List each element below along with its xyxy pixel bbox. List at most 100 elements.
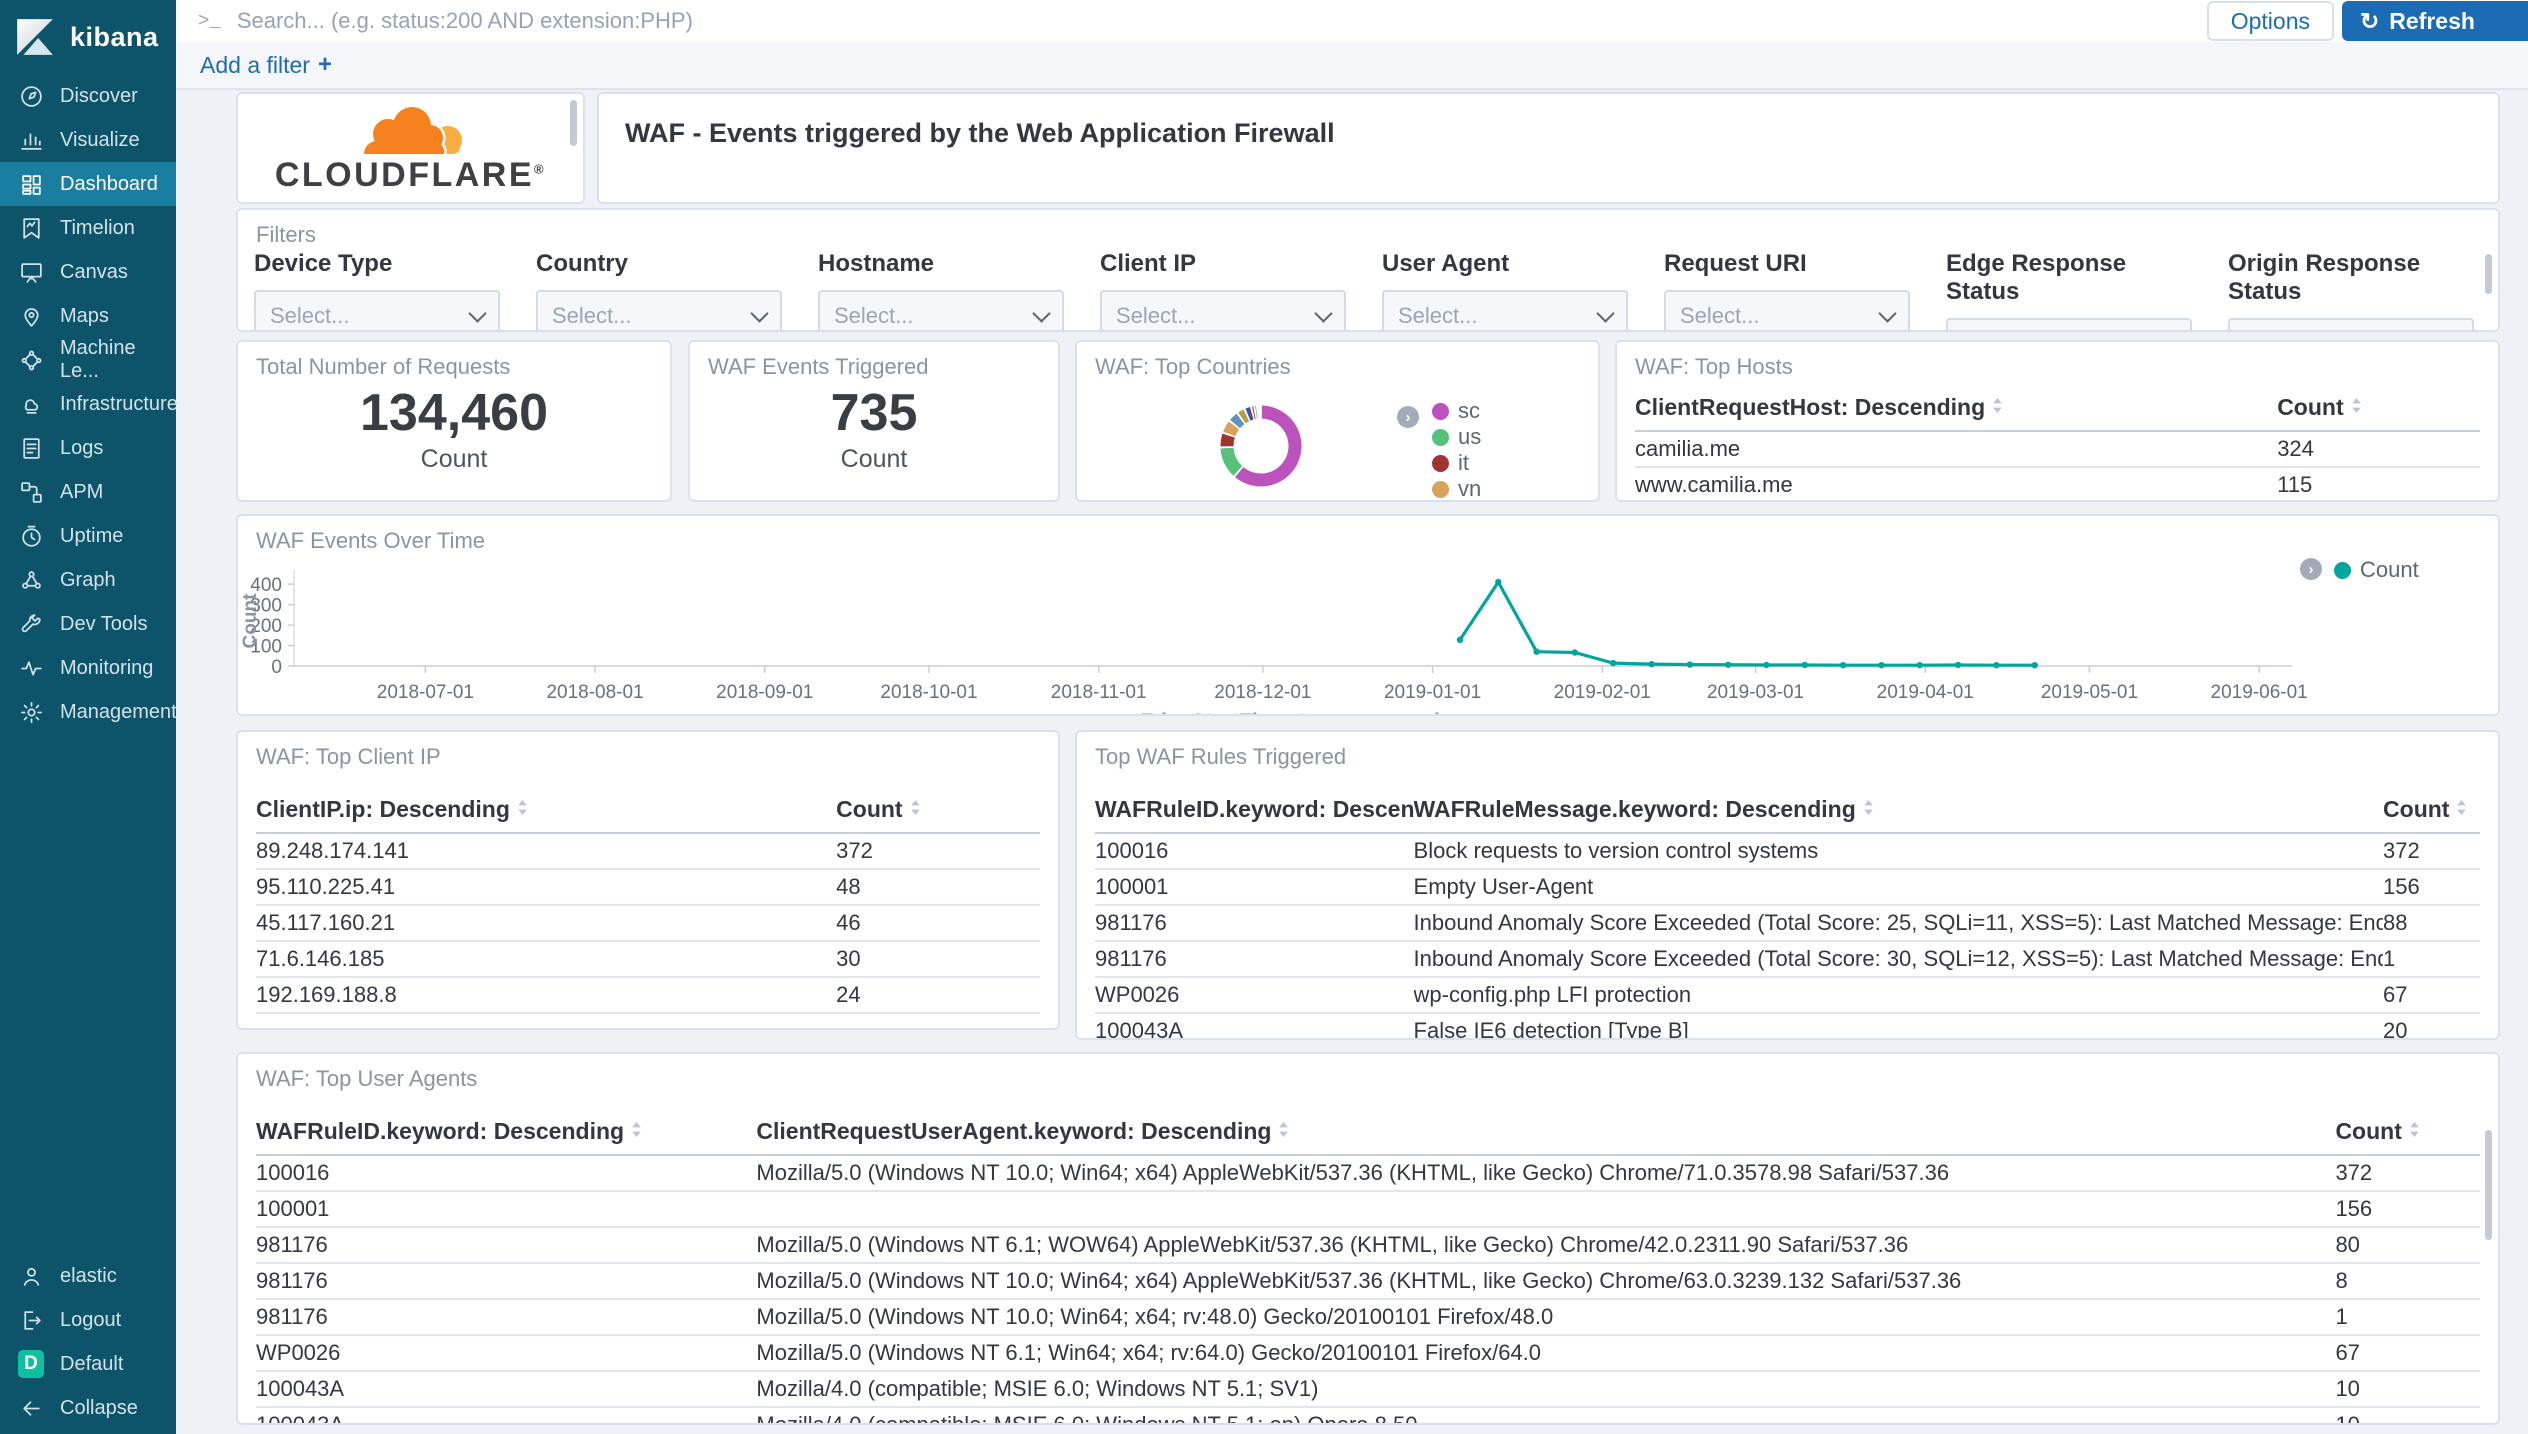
- sidebar-item-dashboard[interactable]: Dashboard: [0, 162, 176, 206]
- logout-icon: [18, 1307, 44, 1333]
- sidebar-item-user-elastic[interactable]: elastic: [0, 1254, 176, 1298]
- panel-scrollbar[interactable]: [570, 100, 577, 146]
- apm-icon: [18, 479, 44, 505]
- select-placeholder: Select...: [1962, 331, 2041, 332]
- data-point[interactable]: [2032, 662, 2038, 668]
- sidebar-item-dev-tools[interactable]: Dev Tools: [0, 602, 176, 646]
- pie-slice-vn[interactable]: [1229, 425, 1234, 433]
- sidebar-item-apm[interactable]: APM: [0, 470, 176, 514]
- kibana-logo[interactable]: kibana: [0, 0, 176, 72]
- add-filter-button[interactable]: Add a filter +: [200, 51, 332, 79]
- table-row: 100016Mozilla/5.0 (Windows NT 10.0; Win6…: [256, 1155, 2480, 1191]
- data-point[interactable]: [1610, 660, 1616, 666]
- column-header[interactable]: WAFRuleID.keyword: Descending: [1095, 796, 1414, 833]
- sidebar-item-visualize[interactable]: Visualize: [0, 118, 176, 162]
- data-point[interactable]: [1648, 661, 1654, 667]
- uptime-clock-icon: [18, 523, 44, 549]
- column-header[interactable]: WAFRuleMessage.keyword: Descending: [1414, 796, 2384, 833]
- options-button[interactable]: Options: [2207, 1, 2334, 41]
- column-header[interactable]: Count: [2277, 394, 2480, 431]
- pie-slice-us[interactable]: [1227, 448, 1238, 471]
- data-point[interactable]: [1917, 662, 1923, 668]
- panel-scrollbar[interactable]: [2485, 1130, 2492, 1240]
- filter-select-request-uri[interactable]: Select...: [1664, 290, 1910, 332]
- sidebar-item-label: Dev Tools: [60, 613, 147, 636]
- column-header[interactable]: ClientRequestHost: Descending: [1635, 394, 2277, 431]
- legend-item-sc[interactable]: sc: [1432, 398, 1480, 424]
- sidebar-item-infrastructure[interactable]: Infrastructure: [0, 382, 176, 426]
- sidebar-item-monitoring[interactable]: Monitoring: [0, 646, 176, 690]
- sidebar-item-logout[interactable]: Logout: [0, 1298, 176, 1342]
- sidebar-item-discover[interactable]: Discover: [0, 74, 176, 118]
- filter-select-hostname[interactable]: Select...: [818, 290, 1064, 332]
- pie-slice-other-5[interactable]: [1242, 415, 1246, 418]
- legend-color-dot: [1432, 481, 1449, 498]
- sidebar-item-label: Logout: [60, 1309, 121, 1332]
- x-tick-label: 2019-02-01: [1554, 682, 1651, 703]
- table-cell: Block requests to version control system…: [1414, 833, 2384, 869]
- data-point[interactable]: [1955, 662, 1961, 668]
- column-header[interactable]: Count: [836, 796, 1040, 833]
- legend-item-us[interactable]: us: [1432, 424, 1481, 450]
- sidebar-item-maps[interactable]: Maps: [0, 294, 176, 338]
- sidebar-item-logs[interactable]: Logs: [0, 426, 176, 470]
- filter-select-client-ip[interactable]: Select...: [1100, 290, 1346, 332]
- sidebar-item-timelion[interactable]: Timelion: [0, 206, 176, 250]
- refresh-button[interactable]: ↻ Refresh: [2342, 1, 2528, 41]
- data-point[interactable]: [1993, 662, 1999, 668]
- table-row: 100043AMozilla/4.0 (compatible; MSIE 6.0…: [256, 1371, 2480, 1407]
- table-row: WP0026Mozilla/5.0 (Windows NT 6.1; Win64…: [256, 1335, 2480, 1371]
- data-point[interactable]: [1457, 637, 1463, 643]
- table-header-row: WAFRuleID.keyword: DescendingWAFRuleMess…: [1095, 796, 2480, 833]
- sidebar-item-uptime[interactable]: Uptime: [0, 514, 176, 558]
- column-header[interactable]: Count: [2383, 796, 2480, 833]
- data-point[interactable]: [1763, 662, 1769, 668]
- filter-label: Origin Response Status: [2228, 250, 2474, 306]
- search-input[interactable]: [235, 7, 2207, 35]
- sidebar-item-canvas[interactable]: Canvas: [0, 250, 176, 294]
- x-tick-label: 2019-01-01: [1384, 682, 1481, 703]
- filter-select-device-type[interactable]: Select...: [254, 290, 500, 332]
- y-tick-label: 0: [271, 657, 282, 678]
- legend-expand-icon[interactable]: ›: [2300, 558, 2322, 580]
- pie-slice-other-6[interactable]: [1248, 413, 1252, 414]
- sidebar-item-collapse[interactable]: Collapse: [0, 1386, 176, 1430]
- sidebar-item-machine-learning[interactable]: Machine Le...: [0, 338, 176, 382]
- data-point[interactable]: [1840, 662, 1846, 668]
- refresh-icon: ↻: [2360, 8, 2379, 35]
- column-header[interactable]: ClientRequestUserAgent.keyword: Descendi…: [756, 1118, 2335, 1155]
- sidebar-item-default-space[interactable]: D Default: [0, 1342, 176, 1386]
- sidebar-item-management[interactable]: Management: [0, 690, 176, 734]
- data-point[interactable]: [1725, 662, 1731, 668]
- x-tick-label: 2019-04-01: [1877, 682, 1974, 703]
- filter-select-country[interactable]: Select...: [536, 290, 782, 332]
- data-point[interactable]: [1495, 579, 1501, 585]
- data-point[interactable]: [1572, 649, 1578, 655]
- table-cell: 100043A: [256, 1407, 756, 1425]
- filter-select-user-agent[interactable]: Select...: [1382, 290, 1628, 332]
- filter-select-edge-response-status[interactable]: Select...: [1946, 318, 2192, 332]
- data-point[interactable]: [1533, 648, 1539, 654]
- data-point[interactable]: [1802, 662, 1808, 668]
- select-placeholder: Select...: [552, 303, 631, 329]
- column-header[interactable]: WAFRuleID.keyword: Descending: [256, 1118, 756, 1155]
- legend-expand-icon[interactable]: ›: [1397, 406, 1419, 428]
- column-header[interactable]: Count: [2335, 1118, 2480, 1155]
- data-table: WAFRuleID.keyword: DescendingWAFRuleMess…: [1095, 796, 2480, 1040]
- column-header[interactable]: ClientIP.ip: Descending: [256, 796, 836, 833]
- legend-item-count[interactable]: Count: [2334, 557, 2419, 583]
- chevron-down-icon: [1878, 304, 1896, 322]
- pie-slice-other-4[interactable]: [1235, 419, 1240, 424]
- table-row: 100043AFalse IE6 detection [Type B]20: [1095, 1013, 2480, 1040]
- panel-scrollbar[interactable]: [2485, 254, 2492, 294]
- data-point[interactable]: [1687, 661, 1693, 667]
- legend-item-vn[interactable]: vn: [1432, 476, 1481, 502]
- sidebar-item-graph[interactable]: Graph: [0, 558, 176, 602]
- legend-item-it[interactable]: it: [1432, 450, 1469, 476]
- pie-slice-it[interactable]: [1227, 436, 1229, 447]
- filter-select-origin-response-status[interactable]: Select...: [2228, 318, 2474, 332]
- select-placeholder: Select...: [1116, 303, 1195, 329]
- data-point[interactable]: [1878, 662, 1884, 668]
- pie-slice-sc[interactable]: [1239, 412, 1295, 480]
- data-table: WAFRuleID.keyword: DescendingClientReque…: [256, 1118, 2480, 1425]
